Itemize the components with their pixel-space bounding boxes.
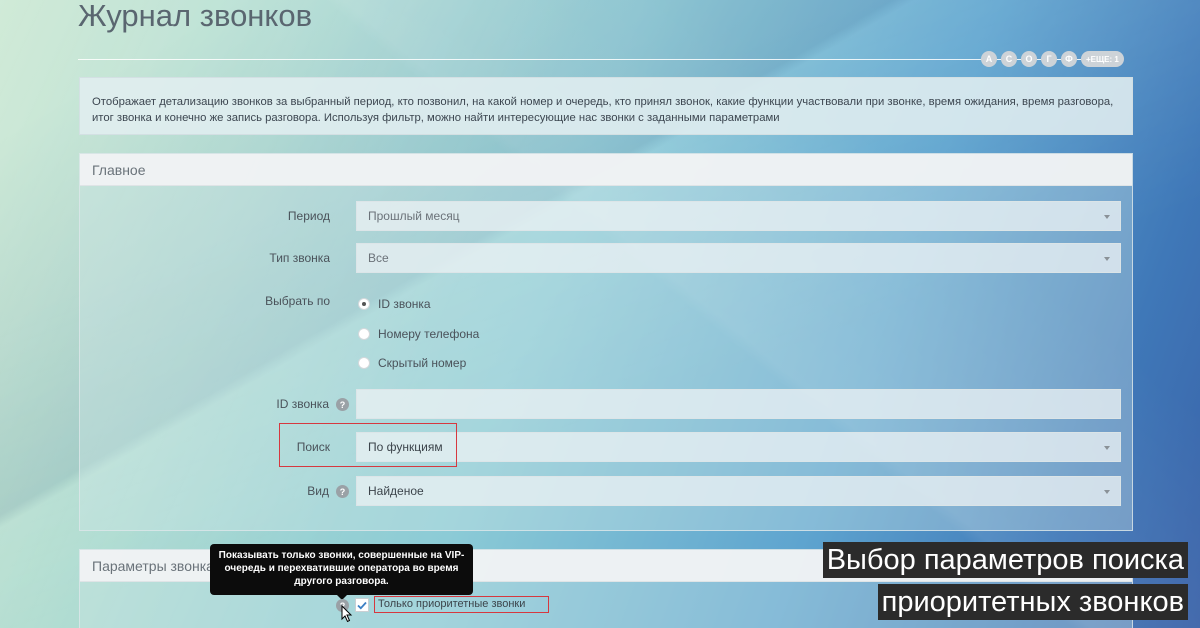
chevron-down-icon xyxy=(1104,446,1110,450)
radio-phone-number[interactable]: Номеру телефона xyxy=(358,327,479,341)
priority-checkbox[interactable] xyxy=(355,598,369,612)
checkmark-icon xyxy=(357,601,367,609)
title-divider xyxy=(78,59,983,60)
radio-call-id[interactable]: ID звонка xyxy=(358,297,431,311)
alphabet-letter-g[interactable]: Г xyxy=(1041,51,1057,67)
alphabet-letter-s[interactable]: С xyxy=(1001,51,1017,67)
overlay-caption: Выбор параметров поиска приоритетных зво… xyxy=(822,542,1188,626)
alphabet-letter-a[interactable]: А xyxy=(981,51,997,67)
chevron-down-icon xyxy=(1104,490,1110,494)
chevron-down-icon xyxy=(1104,215,1110,219)
help-icon[interactable]: ? xyxy=(336,485,349,498)
caption-line-1: Выбор параметров поиска xyxy=(822,542,1188,578)
view-select[interactable]: Найденое xyxy=(356,476,1121,506)
page-description: Отображает детализацию звонков за выбран… xyxy=(79,77,1133,135)
call-id-label: ID звонка xyxy=(276,397,329,411)
page-title: Журнал звонков xyxy=(78,0,313,33)
period-label: Период xyxy=(287,209,330,223)
call-type-select[interactable]: Все xyxy=(356,243,1121,273)
main-panel-title: Главное xyxy=(80,154,1132,186)
caption-line-2: приоритетных звонков xyxy=(877,584,1188,620)
radio-hidden-number[interactable]: Скрытый номер xyxy=(358,356,466,370)
period-select[interactable]: Прошлый месяц xyxy=(356,201,1121,231)
radio-button[interactable] xyxy=(358,357,370,369)
alphabet-letter-o[interactable]: О xyxy=(1021,51,1037,67)
alphabet-more-button[interactable]: +ЕЩЕ: 1 xyxy=(1081,51,1124,67)
radio-button[interactable] xyxy=(358,298,370,310)
mouse-cursor-icon xyxy=(341,605,353,623)
chevron-down-icon xyxy=(1104,257,1110,261)
main-panel: Главное Период Прошлый месяц Тип звонка … xyxy=(79,153,1133,531)
view-label: Вид xyxy=(307,484,329,498)
alphabet-letter-f[interactable]: Ф xyxy=(1061,51,1077,67)
search-mode-select[interactable]: По функциям xyxy=(356,432,1121,462)
search-highlight-box xyxy=(279,423,457,467)
help-icon[interactable]: ? xyxy=(336,398,349,411)
select-by-label: Выбрать по xyxy=(265,294,330,308)
tooltip: Показывать только звонки, совершенные на… xyxy=(210,544,473,595)
radio-button[interactable] xyxy=(358,328,370,340)
call-type-label: Тип звонка xyxy=(269,251,330,265)
call-id-input[interactable] xyxy=(356,389,1121,419)
alphabet-filter: А С О Г Ф +ЕЩЕ: 1 xyxy=(981,51,1124,67)
checkbox-highlight-box xyxy=(374,596,549,613)
